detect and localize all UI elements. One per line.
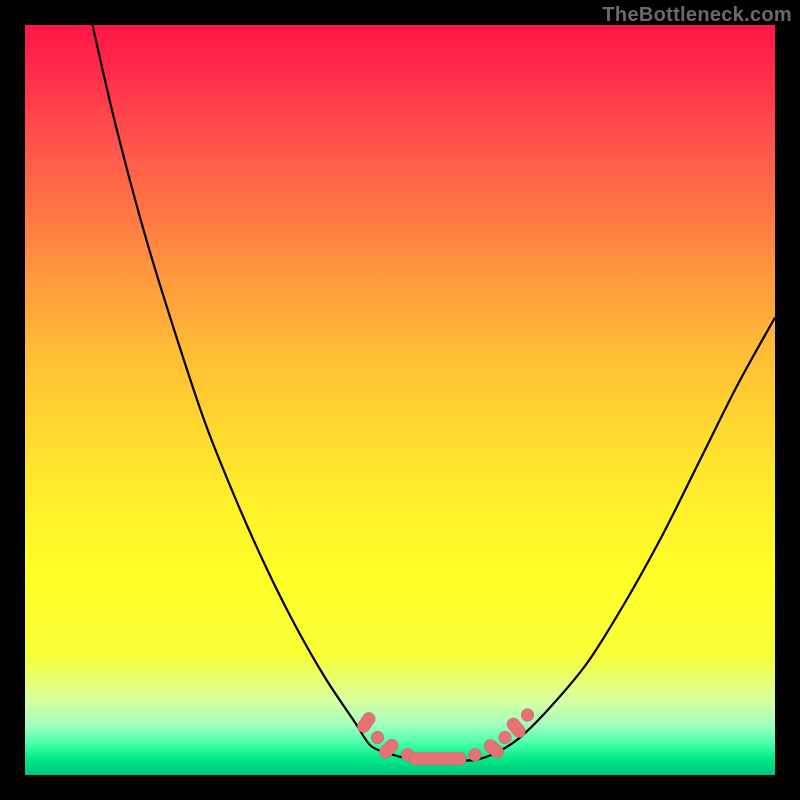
watermark-text: TheBottleneck.com: [602, 4, 792, 27]
chart-plot-area: [25, 25, 775, 775]
